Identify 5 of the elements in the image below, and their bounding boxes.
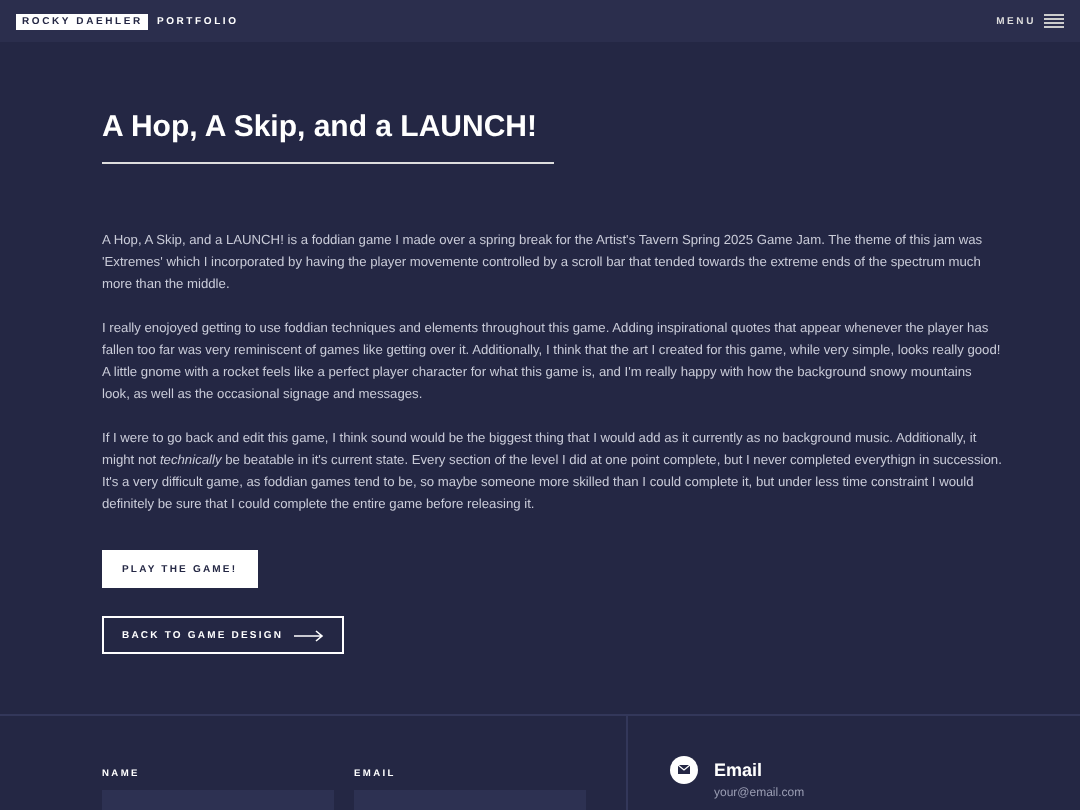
contact-title: Email [714, 758, 765, 780]
arrow-icon [293, 629, 324, 641]
envelope-icon [670, 756, 698, 784]
menu-icon[interactable] [1044, 14, 1064, 28]
page-title: A Hop, A Skip, and a LAUNCH! [102, 108, 553, 164]
